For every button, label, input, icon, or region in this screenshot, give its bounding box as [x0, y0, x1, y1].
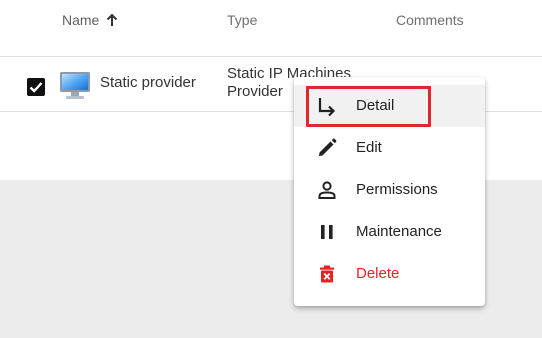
column-header-type[interactable]: Type — [227, 12, 257, 28]
menu-item-label: Permissions — [356, 181, 438, 198]
arrow-up-icon — [107, 13, 118, 26]
menu-item-edit[interactable]: Edit — [294, 127, 485, 169]
column-name-label: Name — [62, 12, 100, 28]
context-menu: Detail Edit Permissions Maintenance Dele… — [294, 77, 485, 306]
table-header: Name Type Comments — [0, 0, 542, 57]
row-name: Static provider — [100, 74, 196, 91]
column-header-name[interactable]: Name — [62, 12, 119, 28]
detail-arrow-icon — [318, 98, 336, 117]
monitor-icon — [60, 72, 90, 99]
pencil-icon — [319, 138, 337, 156]
check-icon — [29, 82, 43, 93]
menu-item-label: Maintenance — [356, 223, 442, 240]
row-checkbox[interactable] — [27, 78, 45, 96]
menu-item-detail[interactable]: Detail — [294, 85, 485, 127]
menu-item-maintenance[interactable]: Maintenance — [294, 211, 485, 253]
trash-icon — [320, 265, 334, 283]
menu-item-label: Detail — [356, 97, 395, 114]
person-icon — [318, 181, 336, 199]
providers-page: Name Type Comments Static provider Stati… — [0, 0, 542, 338]
menu-item-delete[interactable]: Delete — [294, 253, 485, 295]
menu-item-label: Delete — [356, 265, 400, 282]
column-header-comments[interactable]: Comments — [396, 12, 464, 28]
pause-icon — [321, 225, 333, 239]
menu-item-permissions[interactable]: Permissions — [294, 169, 485, 211]
menu-item-label: Edit — [356, 139, 382, 156]
